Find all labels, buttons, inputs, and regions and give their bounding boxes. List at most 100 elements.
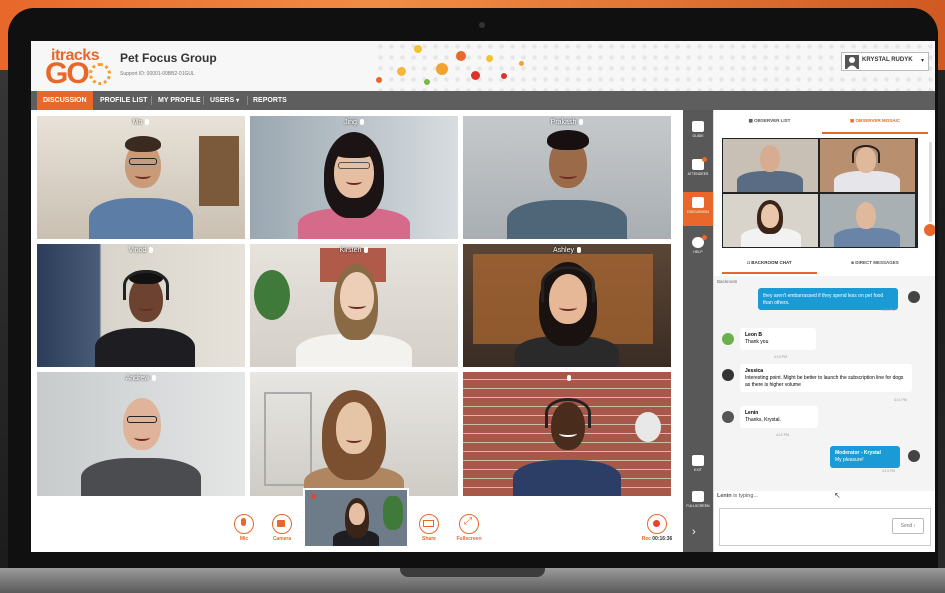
smile xyxy=(559,304,577,311)
observer-video[interactable] xyxy=(723,194,818,247)
video-tile[interactable]: Andrew xyxy=(37,372,245,496)
video-tile[interactable]: Jing xyxy=(250,116,458,239)
message-sender: Jessica xyxy=(745,368,764,374)
nav-profile-list[interactable]: PROFILE LIST xyxy=(94,91,153,110)
user-menu[interactable]: KRYSTAL RUDYK ▾ xyxy=(841,52,929,71)
share-button[interactable]: Share xyxy=(414,514,444,552)
rail-help-label: HELP xyxy=(693,250,703,254)
decor-dot xyxy=(397,67,406,76)
participant-name: Prakash xyxy=(463,119,671,126)
video-tile[interactable]: Kirsten xyxy=(250,244,458,367)
glasses xyxy=(129,158,157,165)
flowers xyxy=(635,412,661,442)
decor-dot xyxy=(414,45,422,53)
volume-track[interactable] xyxy=(929,142,932,222)
tab-backroom-chat[interactable]: ◘ BACKROOM CHAT xyxy=(722,254,817,274)
rec-text: Rec xyxy=(641,536,651,542)
video-tile[interactable]: Prakash xyxy=(463,116,671,239)
avatar xyxy=(908,450,920,462)
tab-observer-mosaic[interactable]: ▣ OBSERVER MOSAIC xyxy=(822,110,928,134)
camera-button[interactable]: Camera xyxy=(267,514,297,552)
share-label: Share xyxy=(422,536,436,542)
nav-users-label: USERS xyxy=(210,97,235,104)
video-tile[interactable]: Mo xyxy=(37,116,245,239)
mic-icon xyxy=(579,119,584,126)
plant xyxy=(254,270,290,320)
chat-messages: Backroom they aren't embarrassed if they… xyxy=(714,276,935,491)
video-tile[interactable] xyxy=(463,372,671,496)
record-label: Rec 00:16:36 xyxy=(637,536,677,542)
exit-icon xyxy=(692,455,704,466)
rail-attendees[interactable]: ATTENDEES xyxy=(683,154,713,188)
message-text: they aren't embarrassed if they spend le… xyxy=(763,293,884,306)
fullscreen-button[interactable]: ⤢ Fullscreen xyxy=(454,514,484,552)
decor-dot xyxy=(436,63,448,75)
video-tile[interactable]: Ashley xyxy=(463,244,671,367)
send-button[interactable]: Send › xyxy=(892,518,924,534)
rail-discussion[interactable]: DISCUSSION xyxy=(683,192,713,226)
decor-dot xyxy=(424,79,430,85)
logo-sun-icon xyxy=(89,63,111,85)
participant-name xyxy=(463,375,671,382)
expand-icon xyxy=(692,491,704,502)
message-time: 4:13 PM xyxy=(882,469,896,473)
send-label: Send xyxy=(900,523,913,529)
video-tile[interactable]: Vinod xyxy=(37,244,245,367)
rail-exit[interactable]: EXIT xyxy=(683,450,713,484)
typing-name: Lenin xyxy=(717,493,732,499)
rail-attendees-label: ATTENDEES xyxy=(687,172,709,176)
participant-name-label: Kirsten xyxy=(339,247,362,254)
headset xyxy=(123,270,169,300)
chevron-right-icon[interactable]: › xyxy=(692,526,696,538)
self-view-video[interactable] xyxy=(303,488,409,548)
smile xyxy=(346,436,362,443)
nav-discussion[interactable]: DISCUSSION xyxy=(37,91,93,110)
mic-icon xyxy=(149,247,154,254)
observer-video[interactable] xyxy=(723,139,818,192)
tab-direct-messages[interactable]: ◙ DIRECT MESSAGES xyxy=(822,254,928,272)
message-text: Interesting point. Might be better to la… xyxy=(745,375,904,388)
webcam-dot xyxy=(479,22,485,28)
video-tile[interactable] xyxy=(250,372,458,496)
side-icon-rail: GUIDE ATTENDEES DISCUSSION HELP EXIT FUL… xyxy=(683,110,713,552)
message-sender: Moderator - Krystal xyxy=(835,450,881,456)
smile xyxy=(348,302,366,309)
nav-my-profile[interactable]: MY PROFILE xyxy=(152,91,207,110)
user-name: KRYSTAL RUDYK xyxy=(862,57,913,63)
observer-video[interactable] xyxy=(820,194,915,247)
message-time: 4:10 PM xyxy=(774,355,788,359)
participant-name: Ashley xyxy=(463,247,671,254)
decor-dot xyxy=(376,77,382,83)
chat-input[interactable]: Send › xyxy=(719,508,931,546)
mic-button[interactable]: Mic xyxy=(229,514,259,552)
person-body xyxy=(513,460,621,496)
message-text: Thank you xyxy=(745,339,769,345)
chat-bubble-own: they aren't embarrassed if they spend le… xyxy=(758,288,898,310)
notification-dot xyxy=(702,235,707,240)
person-head xyxy=(349,503,365,525)
avatar xyxy=(722,411,734,423)
avatar xyxy=(908,291,920,303)
record-button[interactable]: Rec 00:16:36 xyxy=(637,514,677,552)
tab-observer-list[interactable]: ▦ OBSERVER LIST xyxy=(722,110,817,132)
glasses xyxy=(127,416,157,423)
headset xyxy=(545,398,591,428)
rail-guide[interactable]: GUIDE xyxy=(683,116,713,150)
glasses xyxy=(338,162,370,169)
door xyxy=(264,392,312,486)
nav-users[interactable]: USERS ▾ xyxy=(204,91,245,110)
chat-bubble: Leon B Thank you xyxy=(740,328,816,350)
mic-icon xyxy=(145,119,150,126)
mic-icon xyxy=(234,514,254,534)
observer-video[interactable] xyxy=(820,139,915,192)
camera-label: Camera xyxy=(272,536,292,542)
rail-fullscreen[interactable]: FULLSCREEN xyxy=(683,486,713,520)
app-screen: itracks GO Pet Focus Group Support ID: 0… xyxy=(31,41,935,552)
message-time: 4:09 PM xyxy=(882,308,896,312)
nav-reports[interactable]: REPORTS xyxy=(247,91,293,110)
person-head xyxy=(123,398,161,450)
rail-help[interactable]: HELP xyxy=(683,232,713,266)
volume-icon[interactable] xyxy=(924,224,935,236)
participant-name-label: Prakash xyxy=(550,119,577,126)
participant-name-label: Jing xyxy=(344,119,357,126)
